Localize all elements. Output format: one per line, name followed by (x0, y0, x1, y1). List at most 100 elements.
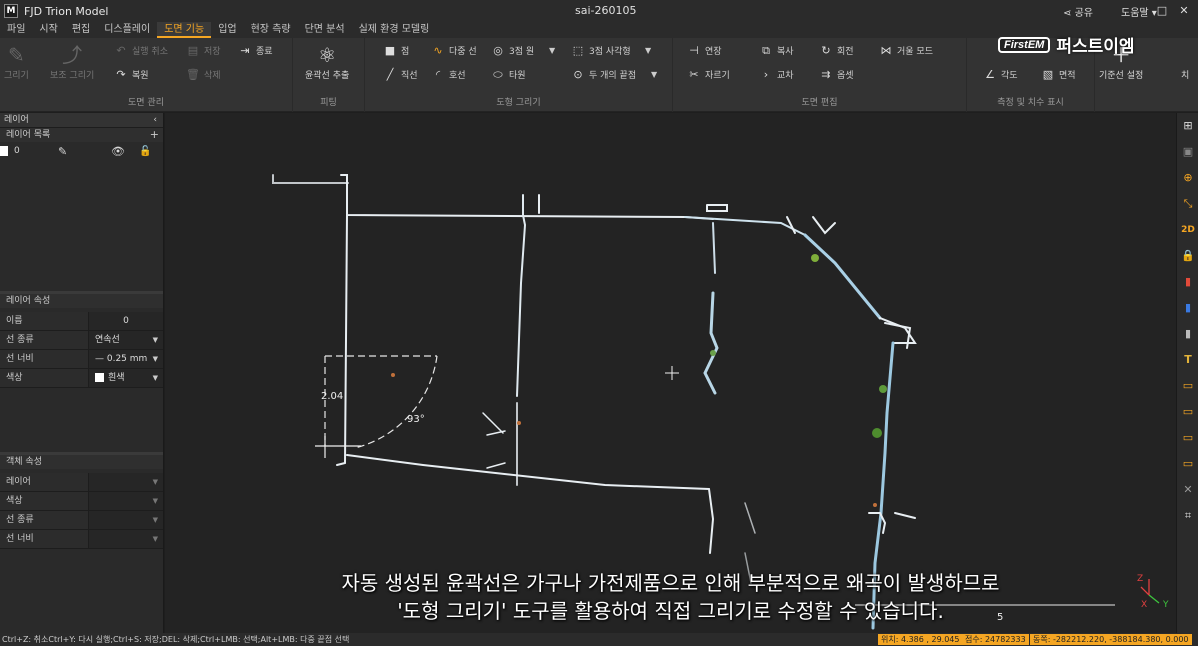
draw-button[interactable]: ✎ 그리기 (4, 42, 29, 81)
delete-button[interactable]: 🗑 삭제 (186, 68, 221, 81)
intersect-label: 교차 (777, 71, 794, 81)
undo-button[interactable]: ↶ 실행 취소 (114, 44, 168, 57)
noise-dot (517, 421, 521, 425)
pencil-icon: ✎ (8, 43, 25, 67)
group-title-fitting: 피팅 (320, 98, 337, 108)
extend-icon: ⊣ (689, 43, 699, 57)
extend-tool[interactable]: ⊣ 연장 (687, 43, 721, 57)
two-point-dropdown-arrow[interactable]: ▼ (651, 70, 657, 79)
mirror-tool[interactable]: ⋈ 거울 모드 (879, 44, 933, 57)
rect3-tool[interactable]: ⬚ 3점 사각형 (571, 44, 631, 57)
drawing-viewport[interactable]: 2.04 93° 5 Z X Y 자동 생성된 윤곽선은 가구나 가전제품으로 … (165, 113, 1176, 633)
redo-icon: ↷ (116, 67, 126, 81)
object-color-select[interactable]: ▼ (89, 492, 163, 510)
linetype-select[interactable]: 연속선 ▼ (89, 331, 163, 349)
layer-row[interactable]: 0 ✎ 👁 🔓 (0, 142, 163, 160)
menu-display[interactable]: 디스플레이 (97, 22, 157, 38)
menu-file[interactable]: 파일 (0, 22, 32, 38)
rotate-tool[interactable]: ↻ 회전 (819, 43, 854, 57)
menu-edit[interactable]: 편집 (65, 22, 97, 38)
extract-contour-label: 윤곽선 추출 (305, 71, 350, 81)
axis-view-icon[interactable]: ⤡ (1177, 191, 1198, 217)
object-layer-select[interactable]: ▼ (89, 473, 163, 491)
delete-label: 삭제 (204, 71, 221, 81)
arc-tool[interactable]: ◜ 호선 (431, 68, 466, 81)
add-layer-icon[interactable]: + (150, 128, 159, 142)
extract-contour-button[interactable]: ⚛ 윤곽선 추출 (305, 42, 349, 81)
layer-name-field[interactable]: 0 (89, 312, 163, 330)
menu-field-survey[interactable]: 현장 측량 (244, 22, 298, 38)
world-coordinates: 동쪽: -282212.220, -388184.380, 0.000 (1030, 634, 1192, 645)
rect-dropdown-arrow[interactable]: ▼ (645, 46, 651, 55)
color-intensity-icon[interactable]: ▮ (1177, 295, 1198, 321)
angle-icon: ∠ (985, 67, 995, 81)
visibility-eye-icon[interactable]: 👁 (111, 145, 125, 158)
rotate-label: 회전 (837, 47, 854, 57)
copy-tool[interactable]: ⧉ 복사 (759, 44, 794, 57)
text-tool-icon[interactable]: T (1177, 347, 1198, 373)
save-label: 저장 (204, 47, 221, 57)
point-tool[interactable]: ■ 점 (383, 44, 409, 57)
point-count: 점수: 24782333 (962, 634, 1029, 645)
layer-view-4-icon[interactable]: ▭ (1177, 451, 1198, 477)
chevron-down-icon: ▼ (152, 374, 158, 382)
box-view-icon[interactable]: ▣ (1177, 139, 1198, 165)
polyline-tool[interactable]: ∿ 다중 선 (431, 44, 476, 57)
object-linetype-select[interactable]: ▼ (89, 511, 163, 529)
circle-dropdown-arrow[interactable]: ▼ (549, 46, 555, 55)
object-linewidth-select[interactable]: ▼ (89, 530, 163, 548)
line-tool[interactable]: ╱ 직선 (383, 68, 418, 81)
more-button[interactable]: 치 (1181, 68, 1189, 81)
trim-tool[interactable]: ✂ 자르기 (687, 68, 729, 81)
aux-draw-button[interactable]: ⤴ 보조 그리기 (50, 42, 94, 81)
collapse-icon[interactable]: ‹ (153, 113, 157, 128)
menu-reality-modeling[interactable]: 실제 환경 모델링 (352, 22, 437, 38)
linewidth-select[interactable]: — 0.25 mm ▼ (89, 350, 163, 368)
door-frame-2 (786, 216, 796, 234)
angle-tool[interactable]: ∠ 각도 (983, 68, 1018, 81)
circle3-tool[interactable]: ◎ 3점 원 (491, 44, 534, 57)
prop-key: 선 종류 (0, 331, 89, 349)
more-label: 치 (1181, 71, 1190, 81)
two-point-tool[interactable]: ⊙ 두 개의 끝점 (571, 68, 636, 81)
save-button[interactable]: ▤ 저장 (186, 44, 221, 57)
share-button[interactable]: ⋖ 공유 (1063, 4, 1093, 19)
layer-view-3-icon[interactable]: ▭ (1177, 425, 1198, 451)
object-props-title: 객체 속성 (6, 457, 42, 467)
close-button[interactable]: ✕ (1174, 2, 1194, 20)
point-cloud-canvas[interactable]: 2.04 93° 5 Z X Y (165, 113, 1176, 633)
right-toolbar: ⊞ ▣ ⊕ ⤡ 2D 🔒 ▮ ▮ ▮ T ▭ ▭ ▭ ▭ ✕ ⌗ (1176, 113, 1198, 633)
2d-view-icon[interactable]: 2D (1177, 217, 1198, 243)
layer-view-2-icon[interactable]: ▭ (1177, 399, 1198, 425)
rotate-icon: ↻ (821, 43, 831, 57)
orbit-icon[interactable]: ⊕ (1177, 165, 1198, 191)
edit-pencil-icon[interactable]: ✎ (58, 145, 67, 158)
lock-view-icon[interactable]: 🔒 (1177, 243, 1198, 269)
object-prop-row-linewidth: 선 너비 ▼ (0, 530, 163, 549)
maximize-button[interactable]: □ (1152, 2, 1172, 20)
minimize-button[interactable]: – (1134, 2, 1154, 20)
lock-icon[interactable]: 🔓 (139, 146, 151, 157)
prop-row-linetype: 선 종류 연속선 ▼ (0, 331, 163, 350)
dimension-arc-annotation[interactable] (324, 355, 438, 449)
intersect-tool[interactable]: › 교차 (759, 68, 794, 81)
menu-start[interactable]: 시작 (32, 22, 64, 38)
ellipse-tool[interactable]: ⬭ 타원 (491, 68, 525, 81)
fit-view-icon[interactable]: ⊞ (1177, 113, 1198, 139)
menu-drawing-functions[interactable]: 도면 기능 (157, 22, 212, 38)
copy-icon: ⧉ (762, 43, 770, 57)
crop-icon[interactable]: ⌗ (1177, 503, 1198, 529)
exit-button[interactable]: ⇥ 종료 (238, 44, 272, 57)
menu-work[interactable]: 입업 (211, 22, 243, 38)
color-gray-icon[interactable]: ▮ (1177, 321, 1198, 347)
menu-section-analysis[interactable]: 단면 분석 (298, 22, 352, 38)
redo-button[interactable]: ↷ 복원 (114, 67, 148, 81)
area-tool[interactable]: ▧ 면적 (1041, 68, 1076, 81)
layer-view-icon[interactable]: ▭ (1177, 373, 1198, 399)
color-select[interactable]: 흰색 ▼ (89, 369, 163, 387)
offset-tool[interactable]: ⇉ 옵셋 (819, 68, 853, 81)
clear-icon[interactable]: ✕ (1177, 477, 1198, 503)
app-logo: M (4, 4, 18, 18)
color-elevation-icon[interactable]: ▮ (1177, 269, 1198, 295)
door-swing-arc (354, 355, 438, 449)
